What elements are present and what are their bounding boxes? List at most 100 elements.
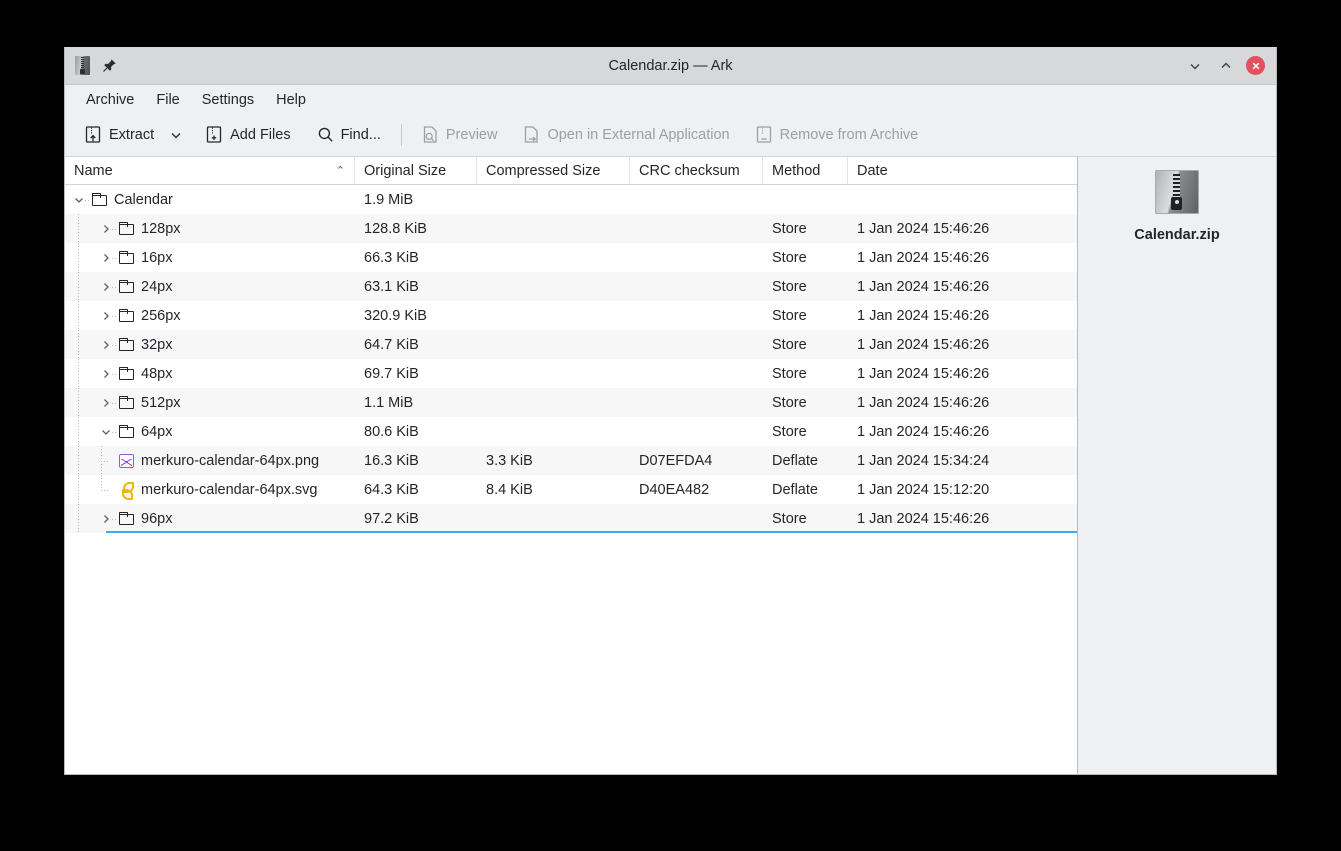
cell-original_size: 66.3 KiB — [364, 249, 419, 266]
cell-original_size: 16.3 KiB — [364, 452, 419, 469]
info-sidebar: Calendar.zip — [1077, 156, 1276, 774]
extract-button[interactable]: Extract — [76, 121, 163, 149]
search-icon — [317, 126, 334, 144]
column-header-method[interactable]: Method — [763, 157, 848, 184]
row-name-label: 512px — [141, 394, 181, 411]
cell-original_size: 80.6 KiB — [364, 423, 419, 440]
maximize-button[interactable] — [1215, 55, 1237, 77]
menu-settings[interactable]: Settings — [192, 89, 264, 111]
chevron-right-icon[interactable] — [92, 214, 119, 243]
chevron-right-icon[interactable] — [92, 301, 119, 330]
cell-date: 1 Jan 2024 15:46:26 — [857, 278, 990, 295]
table-row[interactable]: 128px 128.8 KiB Store 1 Jan 2024 15:46:26 — [65, 214, 1077, 243]
cell-original_size: 1.9 MiB — [364, 191, 414, 208]
cell-compressed_size — [477, 504, 630, 533]
close-icon[interactable] — [1246, 56, 1265, 75]
cell-method: Deflate — [772, 452, 818, 469]
find-button[interactable]: Find... — [308, 121, 390, 149]
column-header-label: CRC checksum — [639, 162, 740, 179]
add-files-label: Add Files — [230, 127, 291, 143]
remove-label: Remove from Archive — [779, 127, 919, 143]
tree-guide — [65, 272, 92, 301]
cell-crc — [630, 417, 763, 446]
folder-icon — [119, 396, 134, 409]
chevron-right-icon[interactable] — [92, 243, 119, 272]
table-row[interactable]: 256px 320.9 KiB Store 1 Jan 2024 15:46:26 — [65, 301, 1077, 330]
column-header-label: Compressed Size — [486, 162, 601, 179]
cell-compressed_size — [477, 214, 630, 243]
menu-help[interactable]: Help — [266, 89, 316, 111]
table-row[interactable]: Calendar 1.9 MiB — [65, 185, 1077, 214]
add-files-button[interactable]: Add Files — [197, 121, 299, 149]
archive-name-label: Calendar.zip — [1134, 227, 1220, 243]
cell-crc — [630, 243, 763, 272]
table-row[interactable]: 16px 66.3 KiB Store 1 Jan 2024 15:46:26 — [65, 243, 1077, 272]
table-row[interactable]: 64px 80.6 KiB Store 1 Jan 2024 15:46:26 — [65, 417, 1077, 446]
cell-date: 1 Jan 2024 15:34:24 — [857, 452, 990, 469]
content-area: Name ⌃ Original Size Compressed Size CRC che… — [65, 156, 1276, 774]
preview-label: Preview — [445, 127, 498, 143]
cell-original_size: 63.1 KiB — [364, 278, 419, 295]
column-header-crc[interactable]: CRC checksum — [630, 157, 763, 184]
cell-crc — [630, 214, 763, 243]
cell-name: merkuro-calendar-64px.png — [65, 446, 355, 475]
table-header: Name ⌃ Original Size Compressed Size CRC che… — [65, 157, 1077, 185]
cell-compressed_size: 8.4 KiB — [486, 481, 533, 498]
cell-date: 1 Jan 2024 15:46:26 — [857, 365, 990, 382]
tree-guide — [65, 301, 92, 330]
table-row[interactable]: 32px 64.7 KiB Store 1 Jan 2024 15:46:26 — [65, 330, 1077, 359]
table-row[interactable]: merkuro-calendar-64px.svg 64.3 KiB 8.4 KiB… — [65, 475, 1077, 504]
cell-name: 48px — [65, 359, 355, 388]
extract-dropdown-button[interactable] — [163, 123, 189, 147]
cell-method: Store — [772, 394, 807, 411]
cell-method: Store — [772, 510, 807, 527]
column-header-date[interactable]: Date — [848, 157, 1077, 184]
window-controls — [1184, 55, 1276, 77]
tree-guide — [65, 330, 92, 359]
chevron-down-icon[interactable] — [65, 185, 92, 214]
window-title: Calendar.zip — Ark — [608, 57, 733, 74]
tree-guide — [65, 359, 92, 388]
row-name-label: merkuro-calendar-64px.svg — [141, 481, 318, 498]
cell-date — [848, 185, 1077, 214]
cell-date: 1 Jan 2024 15:46:26 — [857, 249, 990, 266]
cell-date: 1 Jan 2024 15:46:26 — [857, 510, 990, 527]
cell-name: 24px — [65, 272, 355, 301]
menu-file[interactable]: File — [146, 89, 189, 111]
tree-guide — [65, 214, 92, 243]
preview-icon — [422, 126, 439, 144]
column-header-compressed_size[interactable]: Compressed Size — [477, 157, 630, 184]
cell-crc: D40EA482 — [639, 481, 710, 498]
cell-compressed_size — [477, 417, 630, 446]
zip-pull-detail — [1175, 200, 1179, 204]
chevron-right-icon[interactable] — [92, 388, 119, 417]
chevron-right-icon[interactable] — [92, 504, 119, 533]
menu-archive[interactable]: Archive — [76, 89, 144, 111]
column-header-original_size[interactable]: Original Size — [355, 157, 477, 184]
minimize-button[interactable] — [1184, 55, 1206, 77]
table-body: Calendar 1.9 MiB 128px 128.8 KiB Store 1 Jan … — [65, 185, 1077, 774]
cell-name: 128px — [65, 214, 355, 243]
cell-original_size: 69.7 KiB — [364, 365, 419, 382]
cell-name: 512px — [65, 388, 355, 417]
table-row[interactable]: merkuro-calendar-64px.png 16.3 KiB 3.3 KiB… — [65, 446, 1077, 475]
chevron-right-icon[interactable] — [92, 330, 119, 359]
sort-ascending-icon: ⌃ — [335, 165, 345, 177]
cell-method: Store — [772, 307, 807, 324]
table-row[interactable]: 24px 63.1 KiB Store 1 Jan 2024 15:46:26 — [65, 272, 1077, 301]
table-row[interactable]: 96px 97.2 KiB Store 1 Jan 2024 15:46:26 — [65, 504, 1077, 533]
add-files-icon — [206, 126, 223, 144]
chevron-down-icon[interactable] — [92, 417, 119, 446]
cell-name: 32px — [65, 330, 355, 359]
table-row[interactable]: 512px 1.1 MiB Store 1 Jan 2024 15:46:26 — [65, 388, 1077, 417]
cell-date: 1 Jan 2024 15:12:20 — [857, 481, 990, 498]
chevron-right-icon[interactable] — [92, 272, 119, 301]
extract-icon — [85, 126, 102, 144]
toolbar: Extract Add Files Find... Preview Open i… — [65, 114, 1276, 156]
cell-date: 1 Jan 2024 15:46:26 — [857, 336, 990, 353]
cell-method: Store — [772, 220, 807, 237]
column-header-name[interactable]: Name ⌃ — [65, 157, 355, 184]
table-row[interactable]: 48px 69.7 KiB Store 1 Jan 2024 15:46:26 — [65, 359, 1077, 388]
chevron-right-icon[interactable] — [92, 359, 119, 388]
pin-icon[interactable] — [102, 58, 117, 73]
